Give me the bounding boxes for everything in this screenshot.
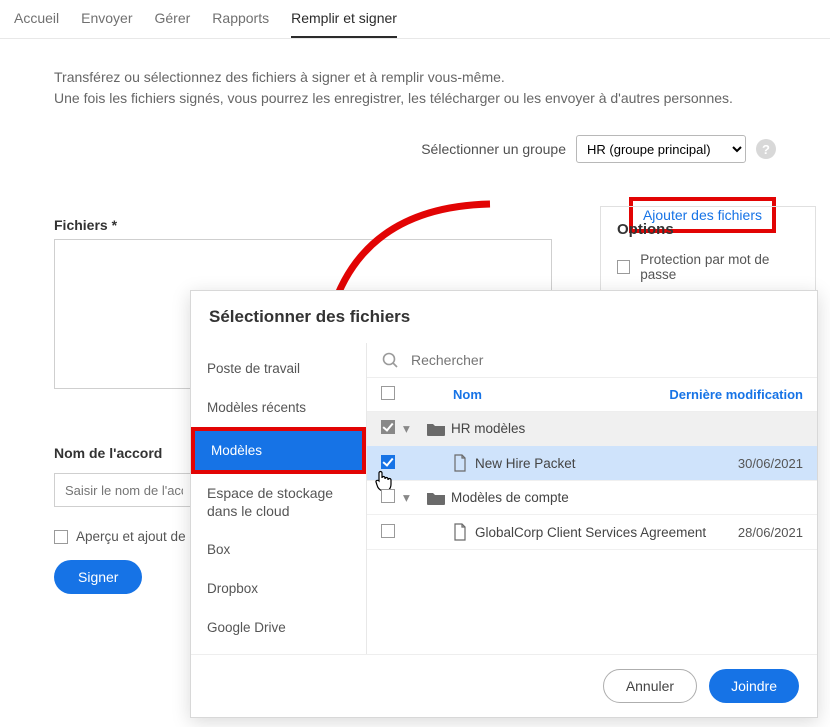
col-date[interactable]: Dernière modification [669, 387, 803, 402]
row-hr-folder[interactable]: ▾ HR modèles [367, 412, 817, 446]
source-workstation[interactable]: Poste de travail [191, 349, 366, 388]
tab-reports[interactable]: Rapports [212, 10, 269, 38]
new-hire-checkbox[interactable] [381, 455, 395, 469]
sign-button[interactable]: Signer [54, 560, 142, 594]
col-name[interactable]: Nom [403, 387, 669, 402]
row-new-hire[interactable]: New Hire Packet 30/06/2021 [367, 446, 817, 481]
row-gcsa[interactable]: GlobalCorp Client Services Agreement 28/… [367, 515, 817, 550]
source-list: Poste de travail Modèles récents Modèles… [191, 343, 367, 654]
accord-name-input[interactable] [54, 473, 194, 507]
search-input[interactable] [409, 351, 803, 369]
folder-icon [421, 421, 451, 437]
search-icon [381, 351, 399, 369]
intro-text: Transférez ou sélectionnez des fichiers … [54, 67, 776, 109]
chevron-down-icon[interactable]: ▾ [403, 490, 421, 506]
row-account-folder[interactable]: ▾ Modèles de compte [367, 481, 817, 515]
source-cloud[interactable]: Espace de stockage dans le cloud [191, 474, 366, 530]
tab-home[interactable]: Accueil [14, 10, 59, 38]
options-title: Options [617, 221, 799, 238]
cancel-button[interactable]: Annuler [603, 669, 697, 703]
new-hire-date: 30/06/2021 [713, 456, 803, 471]
source-templates-highlight: Modèles [191, 427, 366, 474]
password-protect-label: Protection par mot de passe [640, 252, 799, 282]
source-dropbox[interactable]: Dropbox [191, 569, 366, 608]
group-label: Sélectionner un groupe [421, 141, 566, 157]
source-recent-templates[interactable]: Modèles récents [191, 388, 366, 427]
document-icon [445, 454, 475, 472]
source-onedrive[interactable]: OneDrive [191, 647, 366, 654]
account-folder-checkbox[interactable] [381, 489, 395, 503]
intro-line1: Transférez ou sélectionnez des fichiers … [54, 67, 776, 88]
new-hire-name: New Hire Packet [475, 456, 713, 471]
select-all-checkbox[interactable] [381, 386, 395, 400]
group-select[interactable]: HR (groupe principal) [576, 135, 746, 163]
password-protect-checkbox[interactable] [617, 260, 630, 274]
join-button[interactable]: Joindre [709, 669, 799, 703]
top-tabs: Accueil Envoyer Gérer Rapports Remplir e… [0, 0, 830, 39]
tab-fill-sign[interactable]: Remplir et signer [291, 10, 397, 38]
dialog-title: Sélectionner des fichiers [191, 291, 817, 343]
preview-checkbox[interactable] [54, 530, 68, 544]
options-panel: Options Protection par mot de passe [600, 206, 816, 297]
chevron-down-icon[interactable]: ▾ [403, 421, 421, 437]
gcsa-checkbox[interactable] [381, 524, 395, 538]
file-list-header: Nom Dernière modification [367, 378, 817, 412]
document-icon [445, 523, 475, 541]
hr-folder-checkbox[interactable] [381, 420, 395, 434]
account-folder-name: Modèles de compte [451, 490, 713, 505]
gcsa-name: GlobalCorp Client Services Agreement [475, 525, 713, 540]
source-templates[interactable]: Modèles [195, 431, 362, 470]
gcsa-date: 28/06/2021 [713, 525, 803, 540]
tab-manage[interactable]: Gérer [155, 10, 191, 38]
file-picker-dialog: Sélectionner des fichiers Poste de trava… [190, 290, 818, 718]
source-box[interactable]: Box [191, 530, 366, 569]
source-gdrive[interactable]: Google Drive [191, 608, 366, 647]
folder-icon [421, 490, 451, 506]
files-label: Fichiers * [54, 217, 117, 233]
hr-folder-name: HR modèles [451, 421, 713, 436]
help-icon[interactable]: ? [756, 139, 776, 159]
tab-send[interactable]: Envoyer [81, 10, 132, 38]
intro-line2: Une fois les fichiers signés, vous pourr… [54, 88, 776, 109]
